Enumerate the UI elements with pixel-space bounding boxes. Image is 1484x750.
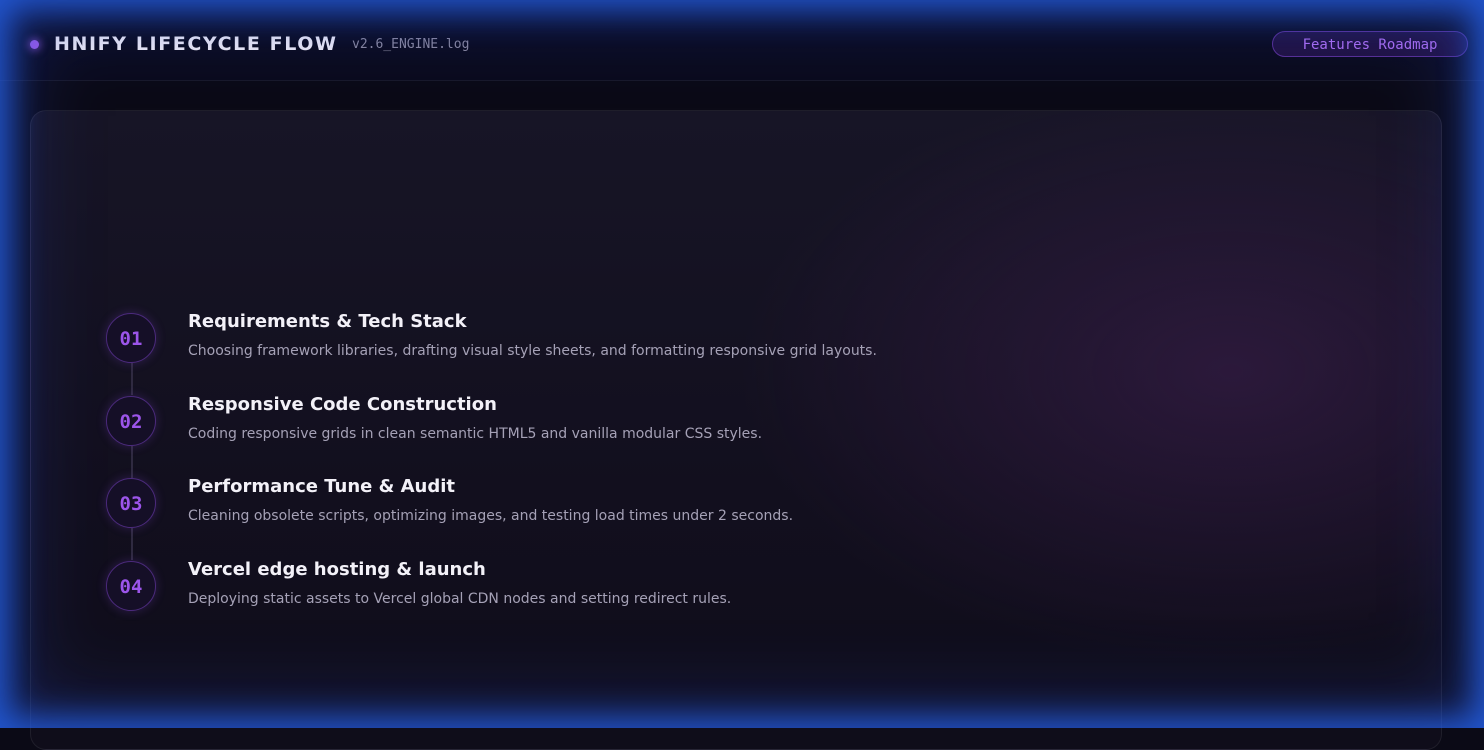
step-title: Vercel edge hosting & launch [188,559,486,580]
step-number-badge: 02 [106,396,156,446]
step-description: Deploying static assets to Vercel global… [188,591,732,607]
version-label: v2.6_ENGINE.log [352,37,470,52]
page-title: HNIFY LIFECYCLE FLOW [54,33,338,55]
step-title: Requirements & Tech Stack [188,311,467,332]
step-title: Performance Tune & Audit [188,476,455,497]
lifecycle-step: 01 Requirements & Tech Stack Choosing fr… [106,311,1206,373]
step-description: Coding responsive grids in clean semanti… [188,426,763,442]
step-number-badge: 04 [106,561,156,611]
step-number-badge: 01 [106,313,156,363]
lifecycle-step: 02 Responsive Code Construction Coding r… [106,394,1206,456]
step-description: Cleaning obsolete scripts, optimizing im… [188,508,794,524]
features-roadmap-button[interactable]: Features Roadmap [1272,31,1468,57]
step-number-badge: 03 [106,478,156,528]
step-title: Responsive Code Construction [188,394,497,415]
top-header: HNIFY LIFECYCLE FLOW v2.6_ENGINE.log Fea… [0,0,1484,81]
status-dot-icon [30,40,39,49]
lifecycle-step: 03 Performance Tune & Audit Cleaning obs… [106,476,1206,538]
step-description: Choosing framework libraries, drafting v… [188,343,877,359]
lifecycle-step: 04 Vercel edge hosting & launch Deployin… [106,559,1206,621]
